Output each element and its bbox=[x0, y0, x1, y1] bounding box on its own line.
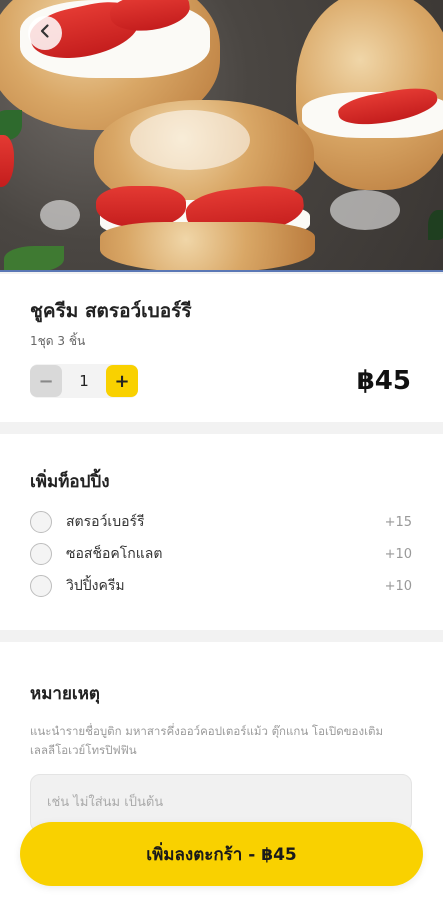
quantity-stepper: − 1 + bbox=[30, 364, 138, 398]
decrease-quantity-button[interactable]: − bbox=[30, 365, 62, 397]
add-to-cart-button[interactable]: เพิ่มลงตะกร้า - ฿45 bbox=[20, 822, 423, 886]
radio-button[interactable] bbox=[30, 543, 52, 565]
radio-button[interactable] bbox=[30, 575, 52, 597]
product-info-card: ชูครีม สตรอว์เบอร์รี 1ชุด 3 ชิ้น − 1 + ฿… bbox=[0, 274, 443, 422]
quantity-value: 1 bbox=[79, 372, 89, 390]
topping-option-chocolate-sauce[interactable]: ซอสช็อคโกแลต +10 bbox=[30, 540, 412, 568]
product-price: ฿45 bbox=[356, 366, 411, 396]
topping-label: สตรอว์เบอร์รี bbox=[66, 514, 145, 530]
topping-price: +10 bbox=[384, 546, 412, 562]
topping-price: +10 bbox=[384, 578, 412, 594]
product-name: ชูครีม สตรอว์เบอร์รี bbox=[30, 300, 192, 322]
chevron-left-icon bbox=[37, 23, 53, 43]
toppings-title: เพิ่มท็อปปิ้ง bbox=[30, 472, 110, 492]
product-image bbox=[0, 0, 443, 272]
topping-price: +15 bbox=[384, 514, 412, 530]
radio-button[interactable] bbox=[30, 511, 52, 533]
product-subtitle: 1ชุด 3 ชิ้น bbox=[30, 334, 86, 348]
topping-option-strawberry[interactable]: สตรอว์เบอร์รี +15 bbox=[30, 508, 412, 536]
topping-option-whipped-cream[interactable]: วิปปิ้งครีม +10 bbox=[30, 572, 412, 600]
notes-title: หมายเหตุ bbox=[30, 684, 100, 704]
increase-quantity-button[interactable]: + bbox=[106, 365, 138, 397]
toppings-card: เพิ่มท็อปปิ้ง สตรอว์เบอร์รี +15 ซอสช็อคโ… bbox=[0, 434, 443, 630]
topping-label: ซอสช็อคโกแลต bbox=[66, 546, 163, 562]
topping-label: วิปปิ้งครีม bbox=[66, 578, 125, 594]
notes-description: แนะนำรายชื่อบูติก มหาสารคึ่งออว์คอปเตอร์… bbox=[30, 724, 384, 757]
back-button[interactable] bbox=[28, 16, 62, 50]
